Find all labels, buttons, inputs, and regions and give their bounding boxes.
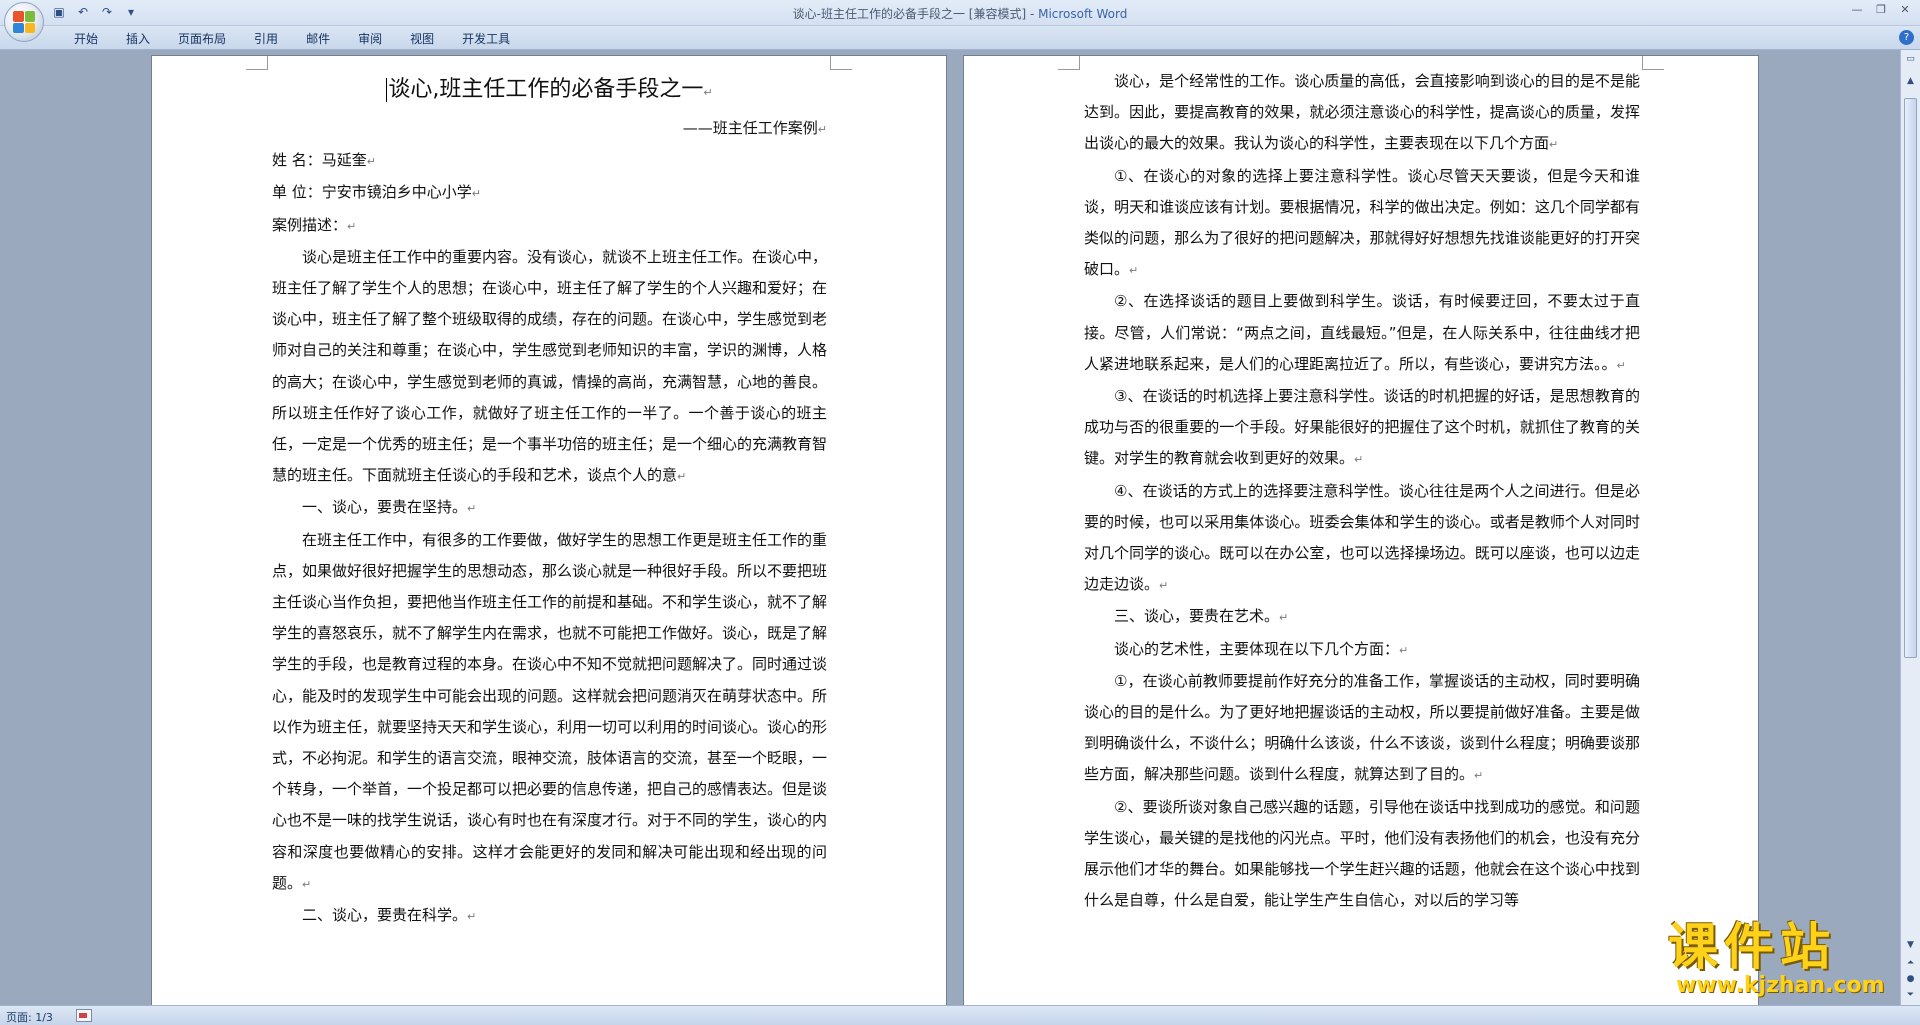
margin-corner-mark [1058,56,1080,70]
document-page-1[interactable]: 谈心,班主任工作的必备手段之一↵ ——班主任工作案例↵ 姓 名：马延奎↵ 单 位… [152,56,946,1005]
case-label: 案例描述：↵ [272,215,357,234]
minimize-icon[interactable]: — [1846,2,1868,18]
tab-references[interactable]: 引用 [240,30,292,48]
tab-home[interactable]: 开始 [60,30,112,48]
doc-title: 谈心,班主任工作的必备手段之一↵ [386,77,713,102]
office-logo-icon [13,11,35,33]
ruler-toggle-icon[interactable]: ▭ [1903,52,1918,67]
tab-review[interactable]: 审阅 [344,30,396,48]
page-1-text[interactable]: 谈心,班主任工作的必备手段之一↵ ——班主任工作案例↵ 姓 名：马延奎↵ 单 位… [272,66,827,932]
office-button[interactable] [4,2,44,42]
watermark-title: 课件站 [1668,918,1836,976]
section-heading: 二、谈心，要贵在科学。↵ [302,906,477,925]
paragraph: 谈心，是个经常性的工作。谈心质量的高低，会直接影响到谈心的目的是不是能达到。因此… [1084,72,1640,153]
section-heading: 三、谈心，要贵在艺术。↵ [1114,607,1289,626]
tab-page-layout[interactable]: 页面布局 [164,30,240,48]
margin-corner-mark [246,56,268,70]
status-bar: 页面: 1/3 [0,1005,1920,1025]
proofing-status-icon[interactable] [76,1009,92,1022]
paragraph: ①、在谈心的对象的选择上要注意科学性。谈心尽管天天要谈，但是今天和谁谈，明天和谁… [1084,166,1640,279]
watermark-url: www.kjzhan.com [1676,973,1885,998]
vertical-scrollbar[interactable]: ▭ ▲ ▼ ⏶ ● ⏷ [1900,50,1920,1005]
paragraph: 谈心的艺术性，主要体现在以下几个方面：↵ [1114,639,1409,658]
scroll-up-icon[interactable]: ▲ [1903,74,1918,89]
help-icon[interactable]: ? [1899,30,1914,45]
document-title: 谈心-班主任工作的必备手段之一 [兼容模式] - [792,7,1039,21]
paragraph: ①，在谈心前教师要提前作好充分的准备工作，掌握谈话的主动权，同时要明确谈心的目的… [1084,671,1640,784]
app-name: Microsoft Word [1038,7,1128,21]
scroll-thumb[interactable] [1904,98,1917,658]
window-controls: — ❐ ✕ [1846,2,1916,18]
paragraph: ②、要谈所谈对象自己感兴趣的话题，引导他在谈话中找到成功的感觉。和问题学生谈心，… [1084,797,1640,910]
document-page-2[interactable]: 谈心，是个经常性的工作。谈心质量的高低，会直接影响到谈心的目的是不是能达到。因此… [964,56,1758,1005]
paragraph: 谈心是班主任工作中的重要内容。没有谈心，就谈不上班主任工作。在谈心中，班主任了解… [272,247,828,485]
page-indicator[interactable]: 页面: 1/3 [6,1009,53,1025]
title-bar: ▣ ↶ ↷ ▾ 谈心-班主任工作的必备手段之一 [兼容模式] - Microso… [0,0,1920,42]
watermark-logo: 课件站 www.kjzhan.com [1668,920,1908,1000]
tab-mailings[interactable]: 邮件 [292,30,344,48]
paragraph: ④、在谈话的方式上的选择要注意科学性。谈心往往是两个人之间进行。但是必要的时候，… [1084,481,1640,594]
section-heading: 一、谈心，要贵在坚持。↵ [302,498,477,517]
restore-icon[interactable]: ❐ [1870,2,1892,18]
tab-developer[interactable]: 开发工具 [448,30,524,48]
document-workspace: 谈心,班主任工作的必备手段之一↵ ——班主任工作案例↵ 姓 名：马延奎↵ 单 位… [0,50,1900,1005]
window-title: 谈心-班主任工作的必备手段之一 [兼容模式] - Microsoft Word [0,5,1920,22]
tab-insert[interactable]: 插入 [112,30,164,48]
paragraph: 在班主任工作中，有很多的工作要做，做好学生的思想工作更是班主任工作的重点，如果做… [272,530,828,892]
close-icon[interactable]: ✕ [1894,2,1916,18]
doc-subtitle: ——班主任工作案例↵ [682,119,827,137]
ribbon-tabs: 开始 插入 页面布局 引用 邮件 审阅 视图 开发工具 [60,30,524,48]
author-line: 姓 名：马延奎↵ [272,151,376,170]
margin-corner-mark [1642,56,1664,70]
page-2-text[interactable]: 谈心，是个经常性的工作。谈心质量的高低，会直接影响到谈心的目的是不是能达到。因此… [1084,66,1640,916]
margin-corner-mark [830,56,852,70]
paragraph: ③、在谈话的时机选择上要注意科学性。谈话的时机把握的好话，是思想教育的成功与否的… [1084,387,1640,468]
unit-line: 单 位：宁安市镜泊乡中心小学↵ [272,183,481,202]
ribbon-tab-bar: 开始 插入 页面布局 引用 邮件 审阅 视图 开发工具 ? [0,26,1920,50]
paragraph: ②、在选择谈话的题目上要做到科学生。谈话，有时候要迂回，不要太过于直接。尽管，人… [1084,292,1640,373]
tab-view[interactable]: 视图 [396,30,448,48]
